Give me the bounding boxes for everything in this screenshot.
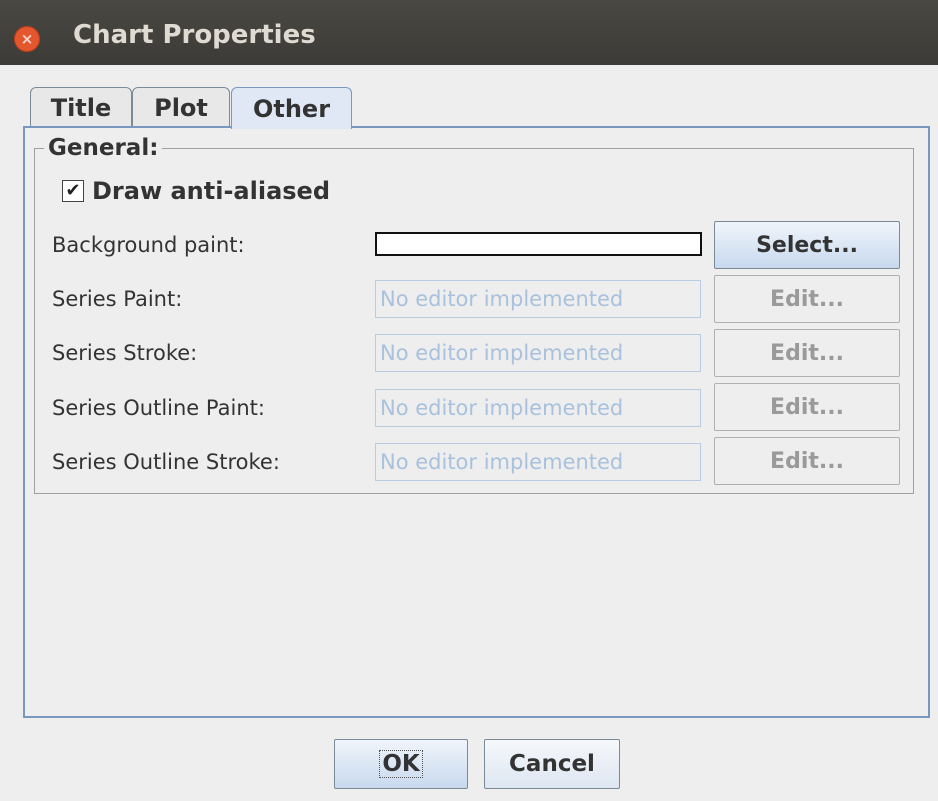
series-stroke-field: No editor implemented bbox=[375, 334, 701, 372]
antialias-checkbox[interactable]: ✔ bbox=[62, 180, 84, 202]
close-icon[interactable]: × bbox=[14, 26, 40, 52]
series-stroke-edit-button[interactable]: Edit... bbox=[714, 329, 900, 377]
antialias-label[interactable]: Draw anti-aliased bbox=[92, 177, 330, 205]
ok-button[interactable]: OK bbox=[334, 739, 468, 789]
series-outline-paint-field: No editor implemented bbox=[375, 389, 701, 427]
series-outline-paint-edit-button[interactable]: Edit... bbox=[714, 383, 900, 431]
series-paint-field: No editor implemented bbox=[375, 280, 701, 318]
select-background-paint-button[interactable]: Select... bbox=[714, 221, 900, 269]
title-bar: × Chart Properties bbox=[0, 0, 938, 65]
general-group-title: General: bbox=[44, 135, 163, 161]
tab-title[interactable]: Title bbox=[30, 87, 132, 127]
background-paint-label: Background paint: bbox=[52, 233, 245, 257]
series-outline-stroke-label: Series Outline Stroke: bbox=[52, 450, 280, 474]
series-outline-paint-label: Series Outline Paint: bbox=[52, 396, 265, 420]
series-paint-label: Series Paint: bbox=[52, 287, 183, 311]
series-paint-edit-button[interactable]: Edit... bbox=[714, 275, 900, 323]
series-stroke-label: Series Stroke: bbox=[52, 341, 198, 365]
cancel-button[interactable]: Cancel bbox=[484, 739, 620, 789]
tab-other[interactable]: Other bbox=[231, 87, 352, 129]
ok-button-label: OK bbox=[379, 750, 423, 778]
series-outline-stroke-edit-button[interactable]: Edit... bbox=[714, 437, 900, 485]
series-outline-stroke-field: No editor implemented bbox=[375, 443, 701, 481]
background-paint-swatch bbox=[375, 232, 702, 256]
tab-plot[interactable]: Plot bbox=[132, 87, 230, 127]
window-title: Chart Properties bbox=[73, 20, 316, 50]
antialias-checkbox-row[interactable]: ✔ Draw anti-aliased bbox=[62, 177, 330, 205]
